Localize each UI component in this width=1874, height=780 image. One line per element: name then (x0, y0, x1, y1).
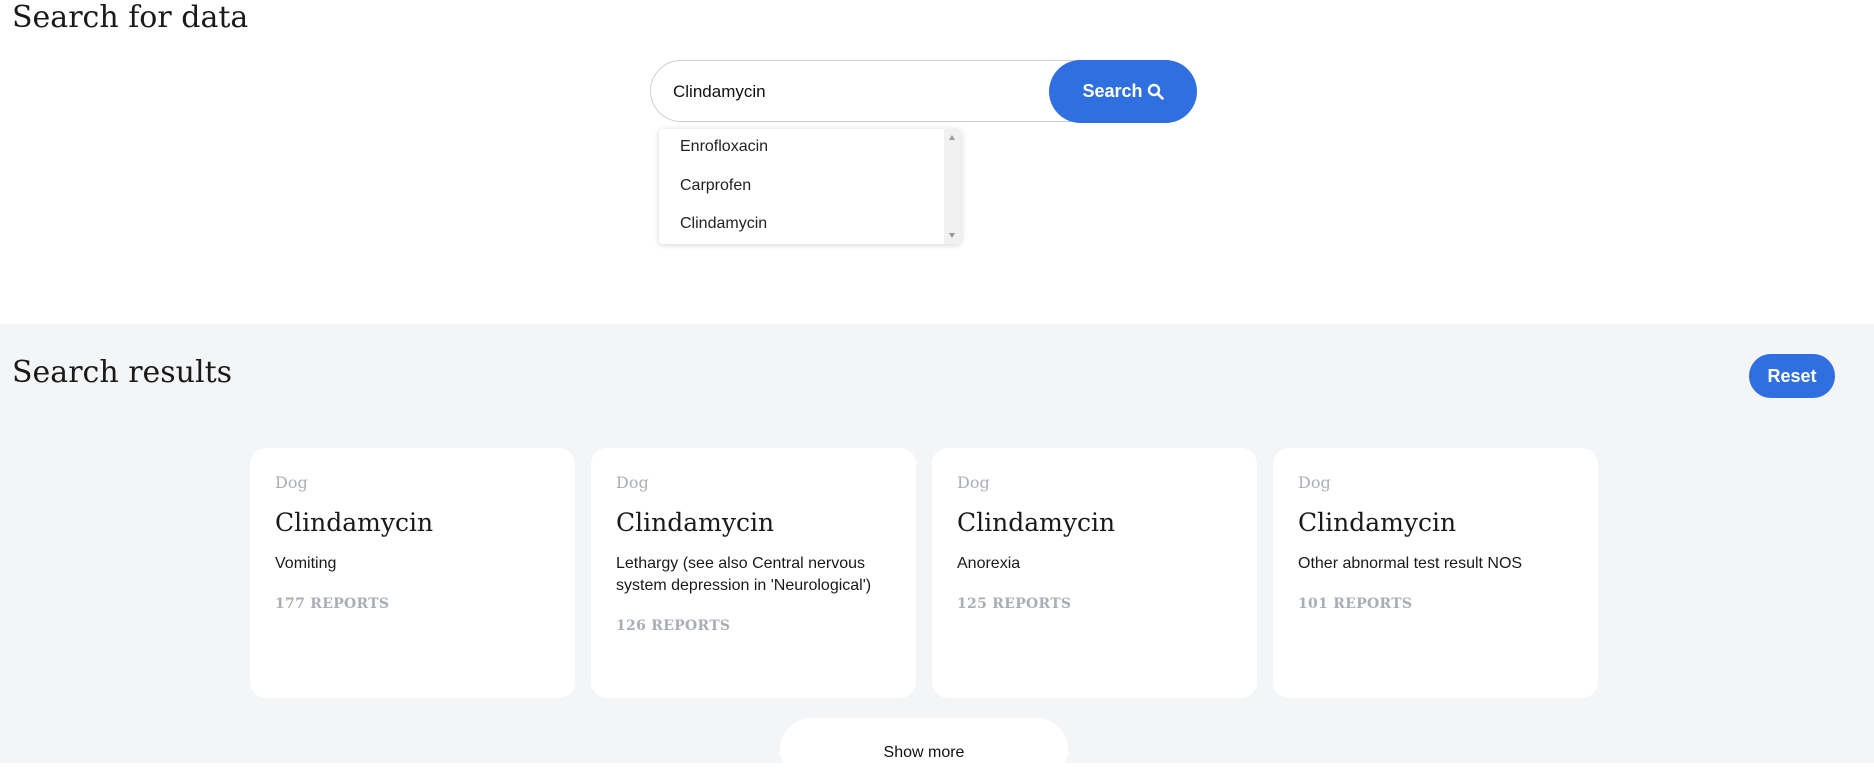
search-button-label: Search (1082, 81, 1143, 101)
results-section: Search results Reset Dog Clindamycin Vom… (0, 324, 1874, 780)
results-title: Search results (12, 355, 233, 390)
card-species: Dog (957, 473, 990, 492)
card-report-count: 177 REPORTS (275, 596, 390, 612)
card-species: Dog (616, 473, 649, 492)
show-more-button[interactable]: Show more (780, 718, 1068, 780)
result-card[interactable]: Dog Clindamycin Vomiting 177 REPORTS (250, 448, 575, 698)
card-reaction: Other abnormal test result NOS (1298, 555, 1523, 572)
search-button[interactable]: Search (1049, 60, 1197, 123)
card-report-count: 101 REPORTS (1298, 596, 1413, 612)
suggestion-item[interactable]: Carprofen (680, 172, 751, 200)
card-report-count: 126 REPORTS (616, 618, 731, 634)
scroll-down-arrow-icon[interactable] (949, 233, 955, 238)
card-report-count: 125 REPORTS (957, 596, 1072, 612)
card-species: Dog (275, 473, 308, 492)
suggestion-item[interactable]: Enrofloxacin (680, 133, 768, 161)
search-input[interactable] (671, 73, 975, 111)
page-title: Search for data (12, 0, 249, 35)
suggestion-item[interactable]: Clindamycin (680, 210, 767, 238)
dropdown-scrollbar[interactable] (944, 129, 961, 244)
card-reaction: Lethargy (see also Central nervous syste… (616, 555, 872, 594)
result-card[interactable]: Dog Clindamycin Anorexia 125 REPORTS (932, 448, 1257, 698)
card-drug: Clindamycin (275, 508, 434, 537)
autocomplete-dropdown: Enrofloxacin Carprofen Clindamycin (659, 129, 961, 244)
card-reaction: Vomiting (275, 555, 337, 572)
card-species: Dog (1298, 473, 1331, 492)
search-icon (1147, 83, 1164, 100)
result-card[interactable]: Dog Clindamycin Lethargy (see also Centr… (591, 448, 916, 698)
card-drug: Clindamycin (1298, 508, 1457, 537)
result-card[interactable]: Dog Clindamycin Other abnormal test resu… (1273, 448, 1598, 698)
card-drug: Clindamycin (616, 508, 775, 537)
search-section: Search for data Search Enrofloxacin Carp… (0, 0, 1874, 324)
card-reaction: Anorexia (957, 555, 1021, 572)
reset-button[interactable]: Reset (1749, 354, 1835, 398)
card-drug: Clindamycin (957, 508, 1116, 537)
scroll-up-arrow-icon[interactable] (949, 135, 955, 140)
